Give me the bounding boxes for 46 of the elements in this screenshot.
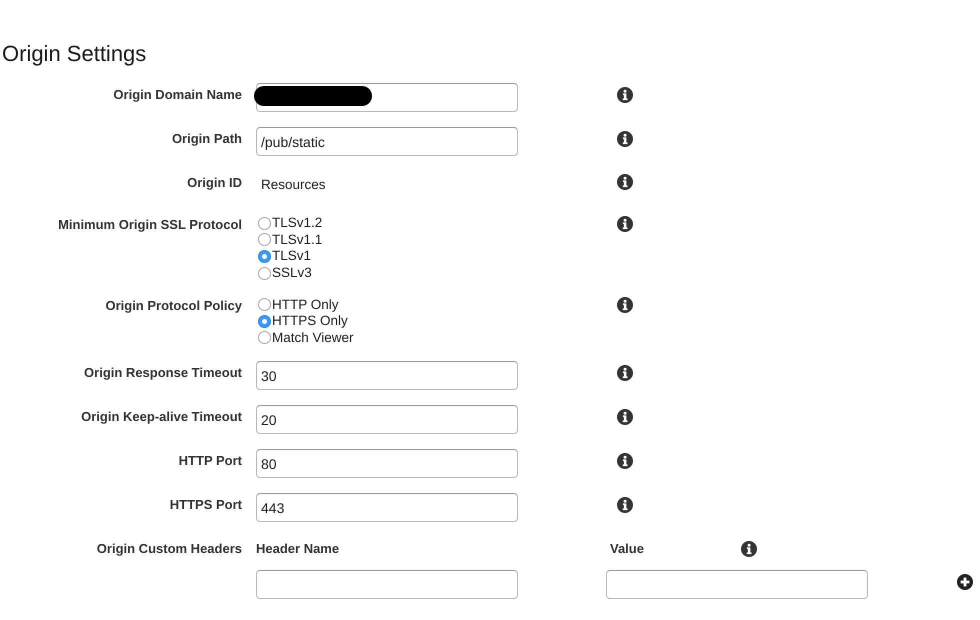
field-label: Origin Response Timeout	[84, 365, 242, 380]
info-icon[interactable]	[617, 297, 633, 314]
info-icon[interactable]	[617, 174, 633, 190]
header-value-field[interactable]	[606, 570, 868, 600]
field-label: HTTP Port	[178, 453, 242, 468]
column-heading: Header Name	[256, 540, 340, 558]
field-label: Minimum Origin SSL Protocol	[58, 217, 242, 232]
text-field[interactable]: 80	[256, 449, 518, 478]
info-icon[interactable]	[617, 409, 633, 426]
radio-label[interactable]: TLSv1.2	[272, 215, 322, 232]
field-label: Origin Path	[172, 131, 242, 146]
radio-button[interactable]	[258, 250, 271, 263]
radio-button[interactable]	[258, 233, 271, 246]
text-field[interactable]: 443	[256, 493, 518, 522]
info-icon[interactable]	[617, 365, 633, 382]
page-title: Origin Settings	[2, 40, 146, 68]
radio-button[interactable]	[258, 314, 271, 328]
info-icon[interactable]	[617, 453, 633, 470]
field-label: Origin Protocol Policy	[105, 298, 242, 314]
plus-icon[interactable]	[957, 574, 973, 590]
field-label: HTTPS Port	[170, 497, 242, 512]
field-label: Origin Domain Name	[113, 87, 242, 102]
info-icon[interactable]	[617, 216, 633, 232]
radio-button[interactable]	[258, 331, 271, 344]
column-heading: Value	[610, 540, 644, 558]
text-field[interactable]: 20	[256, 405, 518, 434]
radio-label[interactable]: HTTP Only	[272, 296, 339, 313]
info-icon[interactable]	[741, 541, 757, 558]
radio-label[interactable]: HTTPS Only	[272, 313, 348, 330]
text-field[interactable]: 30	[256, 361, 518, 390]
radio-label[interactable]: TLSv1	[272, 248, 312, 264]
field-label: Origin Keep-alive Timeout	[81, 409, 242, 424]
info-icon[interactable]	[617, 497, 633, 514]
field-value: Resources	[260, 176, 326, 193]
info-icon[interactable]	[617, 87, 633, 103]
radio-button[interactable]	[258, 216, 271, 230]
radio-label[interactable]: TLSv1.1	[272, 232, 322, 248]
header-name-field[interactable]	[256, 570, 518, 600]
radio-label[interactable]: Match Viewer	[272, 330, 354, 346]
field-label: Origin Custom Headers	[96, 541, 242, 556]
radio-label[interactable]: SSLv3	[272, 265, 312, 282]
text-field[interactable]: /pub/static	[256, 127, 518, 156]
field-label: Origin ID	[187, 175, 242, 190]
radio-button[interactable]	[258, 298, 271, 312]
radio-button[interactable]	[258, 266, 271, 280]
info-icon[interactable]	[617, 131, 633, 147]
